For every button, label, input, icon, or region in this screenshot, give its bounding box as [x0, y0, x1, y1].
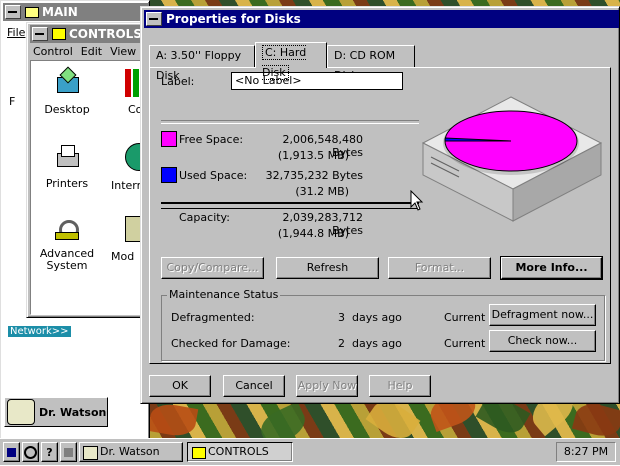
separator-capacity	[161, 202, 419, 209]
taskbar-help-icon[interactable]: ?	[41, 442, 58, 462]
used-space-bytes: 32,735,232 Bytes	[265, 169, 363, 182]
icon-advanced-system[interactable]: Advanced System	[35, 216, 99, 272]
more-info-button[interactable]: More Info...	[500, 256, 603, 280]
used-space-mb: (31.2 MB)	[295, 185, 349, 198]
menu-edit[interactable]: Edit	[81, 45, 102, 58]
capacity-caption: Capacity:	[179, 211, 230, 224]
dr-watson-icon-minimized[interactable]: Dr. Watson	[4, 397, 108, 427]
taskbar-run-icon[interactable]	[22, 442, 39, 462]
mouse-cursor-icon	[410, 190, 424, 211]
checked-damage-label: Checked for Damage:	[171, 337, 291, 350]
free-space-mb: (1,913.5 MB)	[277, 149, 349, 162]
apply-now-button[interactable]: Apply Now	[296, 375, 358, 397]
controls-window[interactable]: CONTROLS Control Edit View Desktop Co Pr…	[9, 22, 150, 318]
menu-view[interactable]: View	[110, 45, 136, 58]
used-swatch	[161, 167, 177, 183]
controls-folder-icon	[52, 28, 66, 40]
separator-top	[161, 120, 419, 124]
free-space-caption: Free Space:	[179, 133, 244, 146]
help-button[interactable]: Help	[369, 375, 431, 397]
defragmented-ago: 3 days ago	[338, 311, 402, 324]
controls-task-icon	[192, 447, 206, 459]
advanced-system-icon	[55, 216, 79, 242]
dr-watson-task-icon	[83, 446, 98, 460]
maintenance-title: Maintenance Status	[167, 288, 281, 301]
icon-advanced-system-label: Advanced System	[39, 247, 95, 272]
desktop-icon	[54, 66, 80, 95]
icon-printers[interactable]: Printers	[39, 143, 95, 190]
taskbar-start-icon[interactable]	[3, 442, 20, 462]
dialog-system-menu-icon[interactable]	[146, 12, 162, 26]
menu-control[interactable]: Control	[33, 45, 73, 58]
label-caption: Label:	[161, 75, 195, 88]
dialog-title: Properties for Disks	[166, 12, 301, 26]
taskbar-clock: 8:27 PM	[556, 442, 616, 462]
checked-damage-ago: 2 days ago	[338, 337, 402, 350]
free-swatch	[161, 131, 177, 147]
taskbar-task-dr-watson[interactable]: Dr. Watson	[79, 442, 183, 462]
capacity-mb: (1,944.8 MB)	[277, 227, 349, 240]
main-menu-file[interactable]: File	[7, 26, 25, 39]
controls-icon-area: Desktop Co Printers Interna Advanced Sys…	[30, 60, 146, 315]
defragmented-status: Current	[444, 311, 486, 324]
taskbar-app-icon[interactable]	[60, 442, 77, 462]
disk-properties-dialog[interactable]: Properties for Disks A: 3.50'' Floppy Di…	[140, 6, 620, 404]
checked-damage-status: Current	[444, 337, 486, 350]
icon-printers-label: Printers	[45, 177, 89, 190]
main-system-menu-icon[interactable]	[5, 5, 21, 19]
cancel-button[interactable]: Cancel	[223, 375, 285, 397]
printer-icon	[55, 143, 79, 169]
left-edge-letter: F	[9, 95, 16, 108]
tab-floppy[interactable]: A: 3.50'' Floppy Disk	[149, 45, 255, 82]
tab-hard-disk[interactable]: C: Hard Disk	[255, 42, 327, 80]
controls-system-menu-icon[interactable]	[32, 27, 48, 41]
icon-desktop-label: Desktop	[44, 103, 90, 116]
defragment-now-button[interactable]: Defragment now...	[489, 304, 596, 326]
tab-cd-rom[interactable]: D: CD ROM Disk	[327, 45, 415, 82]
copy-compare-button[interactable]: Copy/Compare...	[161, 257, 264, 279]
network-label[interactable]: Network>>	[8, 326, 71, 337]
dr-watson-label: Dr. Watson	[39, 405, 107, 419]
taskbar: ? Dr. Watson CONTROLS 8:27 PM	[0, 438, 620, 465]
label-input[interactable]: <No Label>	[231, 72, 403, 90]
format-button[interactable]: Format...	[388, 257, 491, 279]
main-window-title: MAIN	[42, 5, 78, 19]
icon-desktop[interactable]: Desktop	[39, 66, 95, 116]
taskbar-task-controls[interactable]: CONTROLS	[187, 442, 293, 462]
ok-button[interactable]: OK	[149, 375, 211, 397]
folder-icon	[25, 6, 39, 18]
dr-watson-icon	[7, 399, 35, 425]
disk-pie-graphic	[421, 96, 603, 222]
refresh-button[interactable]: Refresh	[276, 257, 379, 279]
defragmented-label: Defragmented:	[171, 311, 255, 324]
check-now-button[interactable]: Check now...	[489, 330, 596, 352]
used-space-caption: Used Space:	[179, 169, 248, 182]
controls-window-title: CONTROLS	[69, 27, 142, 41]
